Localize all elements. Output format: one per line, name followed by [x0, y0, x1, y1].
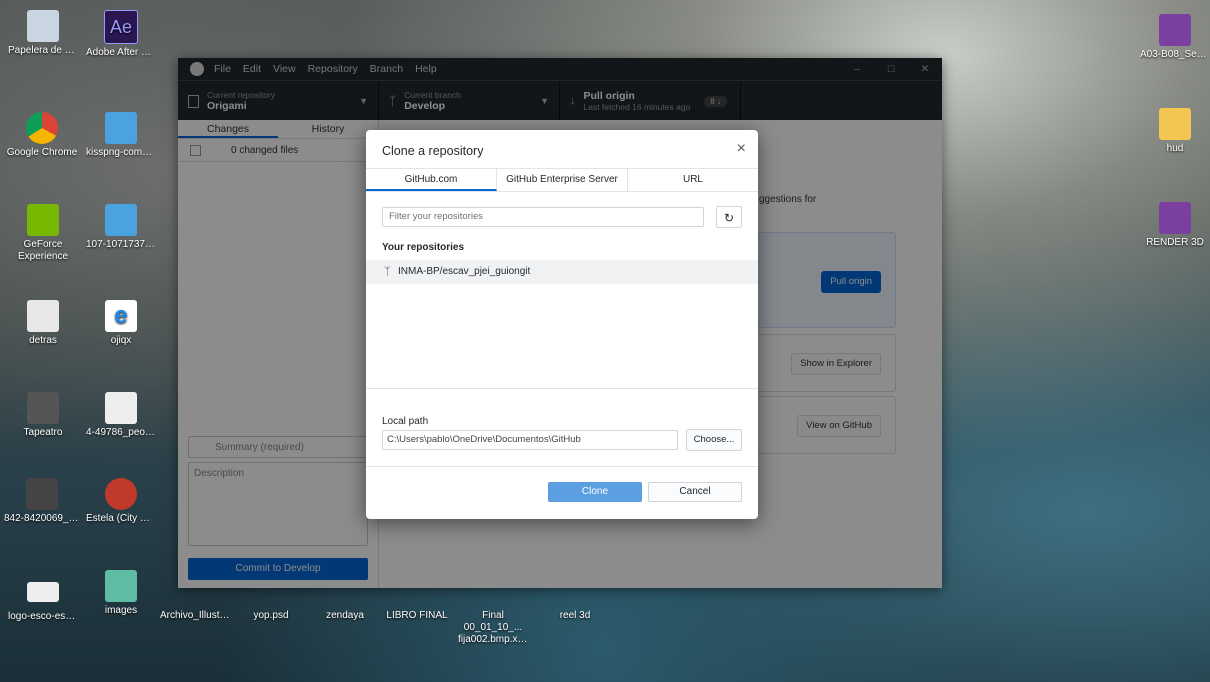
desktop-icon-images[interactable]: images: [86, 570, 156, 617]
choose-button[interactable]: Choose...: [686, 429, 742, 451]
your-repositories-heading: Your repositories: [382, 242, 465, 253]
desktop-icon-after-effects[interactable]: Ae Adobe After Effects 2020: [86, 10, 156, 59]
desktop-icon-kisspng[interactable]: kisspng-comput...: [86, 112, 156, 159]
tab-url[interactable]: URL: [628, 169, 758, 191]
divider: [366, 388, 758, 389]
desktop-icon-render[interactable]: RENDER 3D: [1140, 202, 1210, 249]
image-file-icon: [105, 478, 137, 510]
local-path-input[interactable]: C:\Users\pablo\OneDrive\Documentos\GitHu…: [382, 430, 678, 450]
desktop-icon-4-49786[interactable]: 4-49786_peopl...: [86, 392, 156, 439]
repository-list-item[interactable]: ᛉ INMA-BP/escav_pjei_guiongit: [366, 260, 758, 284]
image-file-icon: [26, 478, 58, 510]
after-effects-icon: Ae: [104, 10, 138, 44]
clone-dialog: Clone a repository × GitHub.com GitHub E…: [366, 130, 758, 519]
desktop-icon-ojiqx[interactable]: e ojiqx: [86, 300, 156, 347]
desktop-icon-reel[interactable]: reel 3d: [540, 610, 610, 622]
desktop-icon-libro[interactable]: LIBRO FINAL: [382, 610, 452, 622]
recycle-bin-icon: [27, 10, 59, 42]
image-file-icon: [27, 392, 59, 424]
dialog-tabs: GitHub.com GitHub Enterprise Server URL: [366, 168, 758, 192]
winrar-icon: [1159, 202, 1191, 234]
tab-github-com[interactable]: GitHub.com: [366, 169, 497, 191]
desktop-icon-842[interactable]: 842-8420069_d...: [4, 478, 80, 525]
desktop-icon-chrome[interactable]: Google Chrome: [4, 112, 80, 159]
filter-repositories-input[interactable]: Filter your repositories: [382, 207, 704, 227]
desktop-icon-yop[interactable]: yop.psd: [236, 610, 306, 622]
desktop-icon-107[interactable]: 107-1071737_c...: [86, 204, 156, 251]
desktop-icon-detras[interactable]: detras: [8, 300, 78, 347]
local-path-label: Local path: [382, 416, 429, 427]
desktop-icon-logo-esco[interactable]: logo-esco-escav: [8, 576, 78, 623]
chrome-icon: [26, 112, 58, 144]
desktop-icon-zendaya[interactable]: zendaya: [310, 610, 380, 622]
desktop-icon-estela[interactable]: Estela (City Folk): [86, 478, 156, 525]
close-icon[interactable]: ×: [737, 140, 746, 158]
desktop-icon-tapeatro[interactable]: Tapeatro: [8, 392, 78, 439]
cancel-button[interactable]: Cancel: [648, 482, 742, 502]
desktop-icon-recycle-bin[interactable]: Papelera de reciclaje: [8, 10, 78, 57]
desktop-icon-geforce[interactable]: GeForce Experience: [8, 204, 78, 263]
refresh-icon[interactable]: ↻: [716, 206, 742, 228]
desktop-icon-archivo[interactable]: Archivo_Illustrat...: [160, 610, 230, 622]
dialog-title: Clone a repository: [382, 144, 484, 158]
desktop-icon-a03[interactable]: A03-B08_Sergi...: [1140, 14, 1210, 61]
edge-icon: e: [105, 300, 137, 332]
image-file-icon: [27, 300, 59, 332]
folder-icon: [1159, 108, 1191, 140]
image-file-icon: [105, 570, 137, 602]
clone-button[interactable]: Clone: [548, 482, 642, 502]
desktop-icon-final[interactable]: Final 00_01_10_... fija002.bmp.xmp: [458, 610, 528, 646]
tab-enterprise[interactable]: GitHub Enterprise Server: [497, 169, 628, 191]
desktop-icon-hud[interactable]: hud: [1140, 108, 1210, 155]
fork-icon: ᛉ: [384, 266, 391, 278]
winrar-icon: [1159, 14, 1191, 46]
people-icon: [105, 204, 137, 236]
divider: [366, 466, 758, 467]
people-icon: [105, 112, 137, 144]
geforce-icon: [27, 204, 59, 236]
image-file-icon: [27, 582, 59, 602]
people-icon: [105, 392, 137, 424]
